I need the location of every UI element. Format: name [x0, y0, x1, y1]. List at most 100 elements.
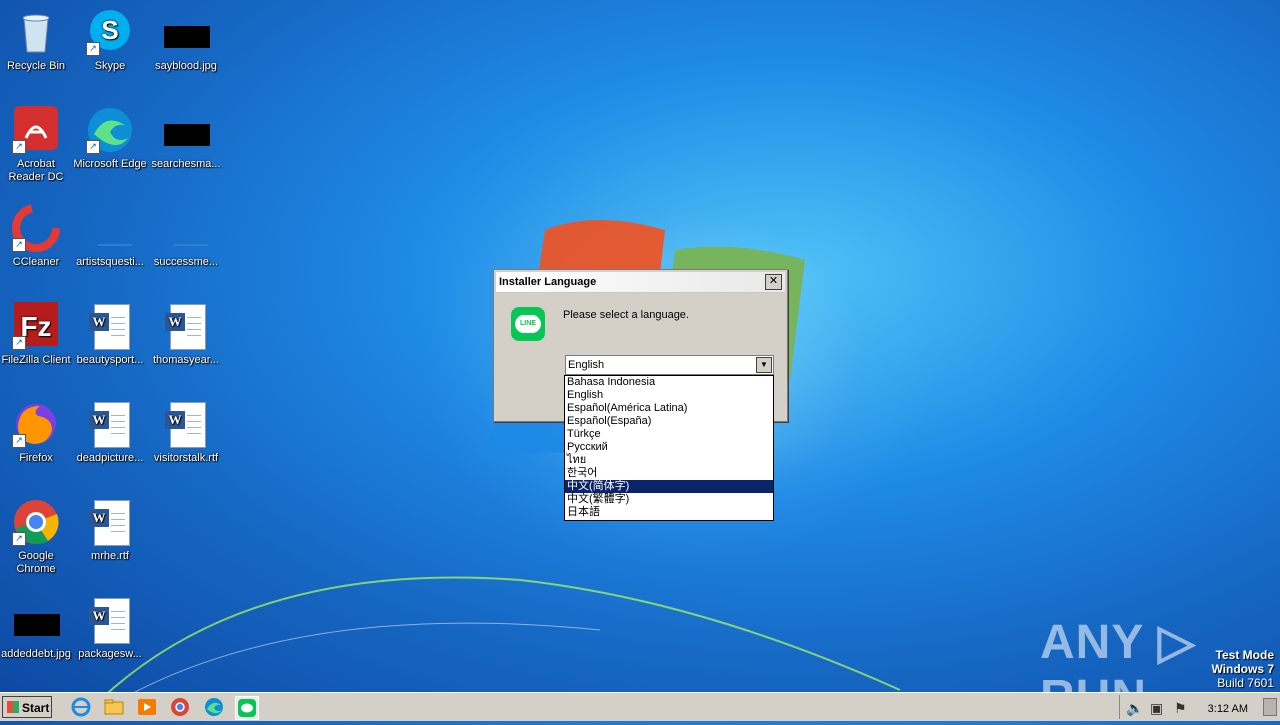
- language-option[interactable]: 中文(繁體字): [565, 493, 773, 506]
- language-option[interactable]: 한국어: [565, 467, 773, 480]
- shortcut-arrow-icon: ↗: [12, 238, 26, 252]
- desktop-icon-label: deadpicture...: [76, 452, 144, 464]
- language-option[interactable]: Русский: [565, 441, 773, 454]
- chrome-icon: ↗: [12, 498, 60, 546]
- image-file-icon: [12, 596, 60, 644]
- desktop-icon-label: Skype: [94, 60, 126, 72]
- desktop-icon-packagesw[interactable]: W packagesw...: [72, 596, 148, 661]
- line-app-icon: LINE: [511, 307, 545, 341]
- file-icon: [86, 204, 134, 252]
- speaker-icon[interactable]: 🔈: [1126, 700, 1143, 717]
- desktop-icon-label: addeddebt.jpg: [1, 648, 71, 660]
- language-option[interactable]: 日本語: [565, 506, 773, 519]
- acrobat-icon: ↗: [12, 106, 60, 154]
- desktop-icon-label: Microsoft Edge: [73, 158, 147, 170]
- word-document-icon: W: [162, 400, 210, 448]
- desktop-icon-label: CCleaner: [12, 256, 60, 268]
- desktop-icon-label: thomasyear...: [152, 354, 220, 366]
- ccleaner-icon: ↗: [12, 204, 60, 252]
- show-desktop-button[interactable]: [1263, 698, 1277, 716]
- desktop-icon-searchesma[interactable]: searchesma...: [148, 106, 224, 171]
- language-option[interactable]: ไทย: [565, 454, 773, 467]
- svg-text:S: S: [101, 15, 118, 45]
- taskbar: Start 🔈 ▣ ⚑ 3:12 AM: [0, 692, 1280, 721]
- image-file-icon: [162, 8, 210, 56]
- desktop-icon-artistsquesti[interactable]: artistsquesti...: [72, 204, 148, 269]
- desktop-icon-label: Firefox: [19, 452, 53, 464]
- filezilla-icon: Fz ↗: [12, 302, 60, 350]
- desktop-icon-label: sayblood.jpg: [155, 60, 217, 72]
- system-tray: 🔈 ▣ ⚑ 3:12 AM: [1119, 695, 1280, 719]
- dialog-prompt: Please select a language.: [563, 309, 689, 321]
- shortcut-arrow-icon: ↗: [12, 336, 26, 350]
- word-document-icon: W: [86, 302, 134, 350]
- flag-icon[interactable]: ⚑: [1174, 700, 1187, 717]
- shortcut-arrow-icon: ↗: [12, 140, 26, 154]
- test-mode-notice: Test Mode Windows 7 Build 7601: [1211, 648, 1274, 690]
- word-document-icon: W: [86, 400, 134, 448]
- desktop-icon-ccleaner[interactable]: ↗ CCleaner: [0, 204, 74, 269]
- line-logo-text: LINE: [515, 315, 541, 333]
- desktop-icon-skype[interactable]: S ↗ Skype: [72, 8, 148, 73]
- build-label: Build 7601: [1217, 676, 1274, 690]
- shortcut-arrow-icon: ↗: [12, 532, 26, 546]
- desktop-icon-acrobat[interactable]: ↗ Acrobat Reader DC: [0, 106, 74, 184]
- desktop-icon-label: FileZilla Client: [1, 354, 71, 366]
- desktop-icon-recycle-bin[interactable]: Recycle Bin: [0, 8, 74, 73]
- close-button[interactable]: ✕: [765, 274, 782, 290]
- desktop-icon-label: successme...: [153, 256, 219, 268]
- language-option[interactable]: Español(América Latina): [565, 402, 773, 415]
- start-label: Start: [22, 701, 50, 715]
- language-option[interactable]: Español(España): [565, 415, 773, 428]
- edge-icon: ↗: [86, 106, 134, 154]
- internet-explorer-icon[interactable]: [70, 696, 92, 718]
- start-button[interactable]: Start: [2, 696, 52, 718]
- desktop-icon-firefox[interactable]: ↗ Firefox: [0, 400, 74, 465]
- desktop-icon-mrhe[interactable]: W mrhe.rtf: [72, 498, 148, 563]
- shortcut-arrow-icon: ↗: [86, 140, 100, 154]
- firefox-icon: ↗: [12, 400, 60, 448]
- dialog-titlebar[interactable]: Installer Language ✕: [496, 272, 785, 293]
- desktop-icon-sayblood[interactable]: sayblood.jpg: [148, 8, 224, 73]
- desktop-icon-edge[interactable]: ↗ Microsoft Edge: [72, 106, 148, 171]
- desktop-icon-label: Acrobat Reader DC: [8, 158, 64, 183]
- desktop-icon-beautysport[interactable]: W beautysport...: [72, 302, 148, 367]
- desktop-icon-label: searchesma...: [151, 158, 221, 170]
- desktop-icon-addeddebt[interactable]: addeddebt.jpg: [0, 596, 74, 661]
- clock[interactable]: 3:12 AM: [1208, 703, 1248, 715]
- desktop-icon-label: packagesw...: [78, 648, 142, 660]
- network-icon[interactable]: ▣: [1150, 700, 1163, 717]
- language-select[interactable]: English ▼: [565, 355, 774, 375]
- desktop-icon-thomasyear[interactable]: W thomasyear...: [148, 302, 224, 367]
- word-document-icon: W: [162, 302, 210, 350]
- language-option[interactable]: English: [565, 389, 773, 402]
- language-option[interactable]: Bahasa Indonesia: [565, 376, 773, 389]
- desktop-icon-label: Recycle Bin: [6, 60, 66, 72]
- line-installer-taskbar-icon[interactable]: [235, 696, 259, 720]
- language-option[interactable]: Türkçe: [565, 428, 773, 441]
- os-label: Windows 7: [1211, 662, 1274, 676]
- image-file-icon: [162, 106, 210, 154]
- shortcut-arrow-icon: ↗: [86, 42, 100, 56]
- desktop-icon-successme[interactable]: successme...: [148, 204, 224, 269]
- desktop-icon-chrome[interactable]: ↗ Google Chrome: [0, 498, 74, 576]
- desktop-icon-filezilla[interactable]: Fz ↗ FileZilla Client: [0, 302, 74, 367]
- skype-icon: S ↗: [86, 8, 134, 56]
- desktop-icon-label: Google Chrome: [16, 550, 56, 575]
- edge-taskbar-icon[interactable]: [203, 696, 225, 718]
- language-select-value: English: [568, 359, 605, 371]
- desktop-icon-deadpicture[interactable]: W deadpicture...: [72, 400, 148, 465]
- word-document-icon: W: [86, 596, 134, 644]
- word-document-icon: W: [86, 498, 134, 546]
- media-player-icon[interactable]: [136, 696, 158, 718]
- language-option-highlighted[interactable]: 中文(简体字): [565, 480, 773, 493]
- chevron-down-icon[interactable]: ▼: [756, 357, 772, 373]
- shortcut-arrow-icon: ↗: [12, 434, 26, 448]
- desktop-icon-visitorstalk[interactable]: W visitorstalk.rtf: [148, 400, 224, 465]
- file-explorer-icon[interactable]: [103, 696, 125, 718]
- chrome-taskbar-icon[interactable]: [169, 696, 191, 718]
- desktop-icon-label: beautysport...: [76, 354, 144, 366]
- recycle-bin-icon: [12, 8, 60, 56]
- desktop-icon-label: visitorstalk.rtf: [153, 452, 219, 464]
- file-icon: [162, 204, 210, 252]
